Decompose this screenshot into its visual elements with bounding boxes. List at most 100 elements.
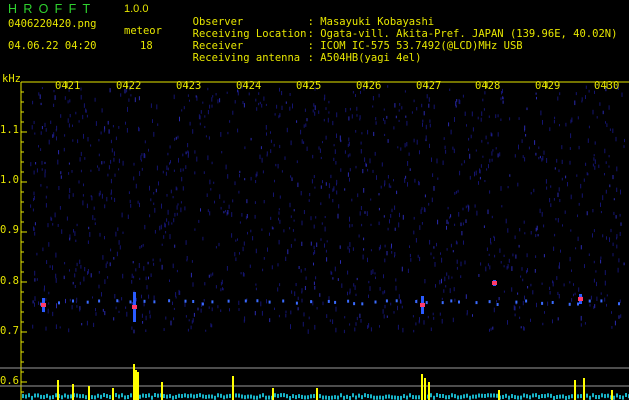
histogram-noise	[364, 393, 366, 398]
noise-pixel	[83, 276, 85, 282]
histogram-noise	[406, 395, 408, 400]
noise-pixel	[211, 97, 213, 102]
noise-pixel	[578, 287, 580, 292]
noise-pixel	[320, 185, 322, 189]
noise-pixel	[172, 301, 173, 306]
noise-pixel	[541, 211, 543, 217]
noise-pixel	[522, 278, 524, 282]
noise-pixel	[80, 94, 82, 100]
histogram-noise	[565, 395, 567, 400]
noise-pixel	[480, 117, 482, 122]
noise-pixel	[55, 273, 57, 279]
noise-pixel	[379, 325, 380, 328]
noise-pixel	[54, 95, 56, 100]
noise-pixel	[272, 227, 274, 230]
noise-pixel	[209, 104, 211, 109]
noise-pixel	[594, 304, 596, 308]
noise-pixel	[159, 225, 161, 231]
noise-pixel	[585, 85, 587, 89]
noise-pixel	[184, 302, 186, 307]
noise-pixel	[259, 154, 261, 160]
noise-pixel	[228, 204, 230, 209]
noise-pixel	[45, 128, 47, 132]
noise-pixel	[217, 99, 219, 104]
histogram-noise	[247, 394, 249, 399]
noise-pixel	[618, 258, 620, 263]
histogram-noise	[460, 395, 462, 400]
noise-pixel	[410, 258, 412, 262]
noise-pixel	[72, 193, 74, 197]
noise-pixel	[363, 188, 365, 193]
noise-pixel	[480, 164, 482, 168]
noise-pixel	[557, 192, 559, 198]
noise-pixel	[558, 294, 560, 299]
noise-pixel	[290, 310, 292, 315]
noise-pixel	[36, 168, 38, 173]
noise-pixel	[226, 91, 228, 94]
meteor-count-bar	[137, 372, 139, 400]
noise-pixel	[585, 95, 586, 100]
noise-pixel	[48, 139, 50, 145]
noise-pixel	[358, 234, 360, 238]
noise-pixel	[98, 139, 100, 142]
histogram-noise	[217, 393, 219, 398]
noise-pixel	[38, 301, 39, 305]
noise-pixel	[153, 131, 155, 137]
noise-pixel	[406, 120, 408, 126]
noise-pixel	[593, 157, 595, 161]
noise-pixel	[297, 182, 299, 188]
noise-pixel	[42, 247, 44, 252]
meteor-count-bar	[428, 382, 430, 400]
noise-pixel	[135, 268, 137, 272]
carrier-trace	[334, 300, 337, 304]
noise-pixel	[578, 202, 580, 206]
noise-pixel	[293, 219, 295, 222]
histogram-noise	[613, 395, 615, 400]
noise-pixel	[46, 260, 48, 264]
noise-pixel	[203, 171, 205, 174]
noise-pixel	[369, 158, 371, 164]
noise-pixel	[332, 120, 334, 126]
noise-pixel	[559, 124, 560, 127]
noise-pixel	[311, 179, 313, 184]
noise-pixel	[63, 147, 65, 152]
noise-pixel	[444, 145, 446, 150]
noise-pixel	[574, 292, 576, 296]
noise-pixel	[144, 154, 146, 159]
noise-pixel	[463, 240, 464, 245]
noise-pixel	[484, 180, 486, 183]
noise-pixel	[92, 215, 94, 220]
info-value: : A504HB(yagi 4el)	[307, 52, 422, 64]
noise-pixel	[152, 258, 154, 262]
noise-pixel	[301, 241, 303, 247]
noise-pixel	[86, 114, 88, 118]
noise-pixel	[76, 305, 78, 308]
noise-pixel	[514, 154, 516, 158]
noise-pixel	[489, 328, 490, 332]
noise-pixel	[623, 262, 625, 266]
noise-pixel	[401, 266, 403, 272]
noise-pixel	[234, 252, 236, 257]
noise-pixel	[354, 327, 356, 332]
noise-pixel	[324, 216, 326, 219]
noise-pixel	[344, 150, 346, 154]
noise-pixel	[220, 132, 222, 137]
histogram-noise	[394, 395, 396, 400]
histogram-noise	[343, 395, 345, 400]
noise-pixel	[390, 302, 392, 306]
noise-pixel	[34, 132, 36, 135]
noise-pixel	[265, 125, 267, 130]
noise-pixel	[482, 155, 484, 158]
noise-pixel	[407, 268, 409, 274]
noise-pixel	[68, 172, 70, 175]
noise-pixel	[349, 323, 351, 326]
noise-pixel	[542, 155, 544, 161]
noise-pixel	[522, 155, 524, 159]
noise-pixel	[117, 227, 119, 232]
noise-pixel	[337, 213, 339, 219]
noise-pixel	[409, 168, 411, 171]
noise-pixel	[115, 136, 117, 141]
noise-pixel	[188, 319, 190, 322]
noise-pixel	[279, 283, 281, 287]
meteor-count-bar	[272, 388, 274, 400]
